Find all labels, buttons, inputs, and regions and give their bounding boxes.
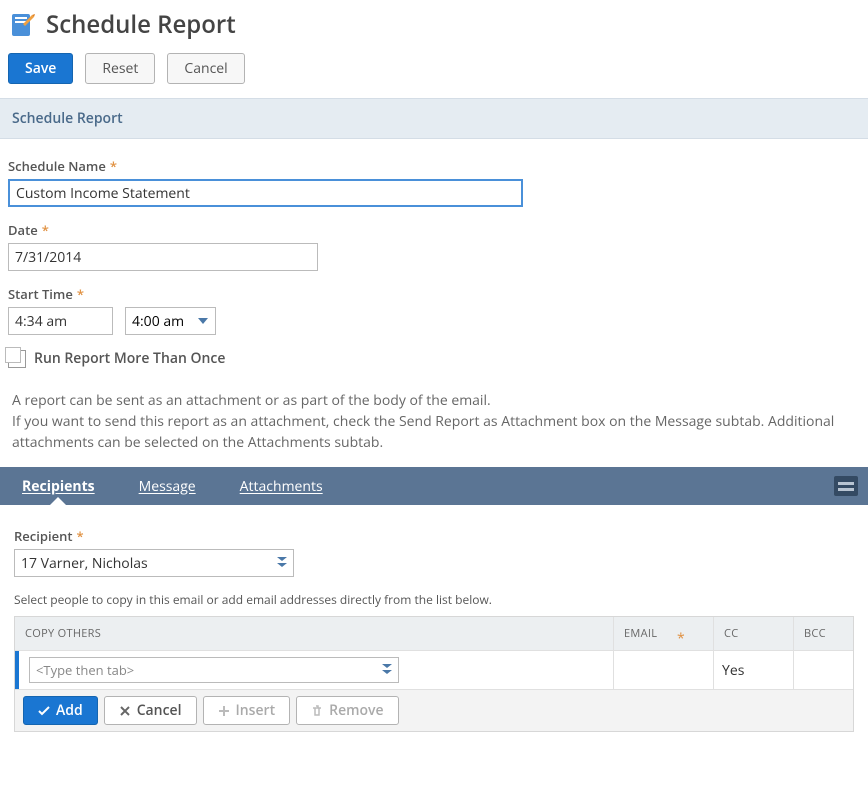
remove-button: Remove — [296, 696, 398, 725]
chevron-down-icon[interactable] — [191, 318, 215, 324]
tab-recipients[interactable]: Recipients — [0, 467, 117, 505]
start-time-dropdown[interactable] — [125, 307, 216, 335]
run-more-than-once-label: Run Report More Than Once — [34, 349, 225, 368]
top-toolbar: Save Reset Cancel — [0, 53, 868, 98]
view-toggle-icon[interactable] — [834, 476, 858, 496]
cell-bcc[interactable] — [793, 651, 853, 689]
double-chevron-icon — [277, 557, 287, 569]
help-text: A report can be sent as an attachment or… — [8, 368, 860, 467]
section-header: Schedule Report — [0, 98, 868, 139]
schedule-name-label: Schedule Name* — [8, 157, 860, 175]
double-chevron-icon — [382, 664, 392, 676]
copy-others-input[interactable]: <Type then tab> — [29, 657, 399, 683]
tab-bar: Recipients Message Attachments — [0, 467, 868, 505]
run-more-than-once-checkbox[interactable] — [8, 350, 26, 368]
cancel-button[interactable]: Cancel — [167, 53, 244, 84]
page-title: Schedule Report — [46, 8, 236, 41]
x-icon — [119, 705, 131, 717]
start-time-input[interactable] — [8, 307, 113, 335]
trash-icon — [311, 705, 323, 717]
table-row: <Type then tab> Yes — [15, 650, 853, 689]
save-button[interactable]: Save — [8, 53, 73, 84]
tab-attachments[interactable]: Attachments — [218, 467, 345, 505]
start-time-label: Start Time* — [8, 285, 860, 303]
reset-button[interactable]: Reset — [85, 53, 155, 84]
col-header-email: EMAIL* — [613, 617, 713, 650]
col-header-copy: COPY OTHERS — [15, 617, 613, 650]
recipient-select[interactable]: 17 Varner, Nicholas — [14, 549, 294, 577]
recipient-hint: Select people to copy in this email or a… — [14, 591, 854, 608]
insert-button: Insert — [203, 696, 291, 725]
date-input[interactable] — [8, 243, 318, 271]
cell-cc[interactable]: Yes — [713, 651, 793, 689]
check-icon — [38, 705, 50, 717]
copy-others-grid: COPY OTHERS EMAIL* CC BCC <Type then tab… — [14, 616, 854, 732]
cell-email[interactable] — [613, 651, 713, 689]
grid-cancel-button[interactable]: Cancel — [104, 696, 197, 725]
schedule-name-input[interactable] — [8, 179, 523, 207]
add-button[interactable]: Add — [23, 696, 98, 725]
col-header-bcc: BCC — [793, 617, 853, 650]
recipient-label: Recipient* — [14, 527, 854, 545]
date-label: Date* — [8, 221, 860, 239]
plus-icon — [218, 705, 230, 717]
report-icon — [8, 11, 36, 39]
tab-message[interactable]: Message — [117, 467, 218, 505]
col-header-cc: CC — [713, 617, 793, 650]
